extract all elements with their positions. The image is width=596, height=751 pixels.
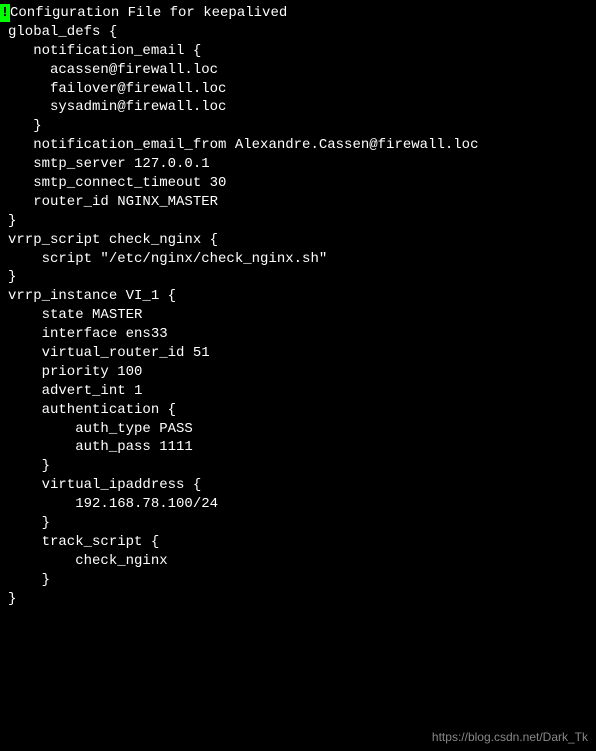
config-line: } xyxy=(0,514,596,533)
config-line: advert_int 1 xyxy=(0,382,596,401)
config-line: router_id NGINX_MASTER xyxy=(0,193,596,212)
config-first-line: ! Configuration File for keepalived xyxy=(0,4,596,23)
config-line: } xyxy=(0,571,596,590)
config-line: priority 100 xyxy=(0,363,596,382)
config-line: script "/etc/nginx/check_nginx.sh" xyxy=(0,250,596,269)
modified-marker-icon: ! xyxy=(0,4,10,22)
config-line: auth_type PASS xyxy=(0,420,596,439)
config-line: vrrp_script check_nginx { xyxy=(0,231,596,250)
config-line: } xyxy=(0,268,596,287)
config-line: notification_email { xyxy=(0,42,596,61)
config-line: interface ens33 xyxy=(0,325,596,344)
config-line: vrrp_instance VI_1 { xyxy=(0,287,596,306)
config-line: global_defs { xyxy=(0,23,596,42)
config-line: auth_pass 1111 xyxy=(0,438,596,457)
config-line: } xyxy=(0,212,596,231)
config-line: } xyxy=(0,457,596,476)
config-line: } xyxy=(0,590,596,609)
config-line: smtp_server 127.0.0.1 xyxy=(0,155,596,174)
config-line: track_script { xyxy=(0,533,596,552)
config-line: 192.168.78.100/24 xyxy=(0,495,596,514)
config-line: failover@firewall.loc xyxy=(0,80,596,99)
config-line: virtual_router_id 51 xyxy=(0,344,596,363)
config-line: authentication { xyxy=(0,401,596,420)
config-line: notification_email_from Alexandre.Cassen… xyxy=(0,136,596,155)
config-line: virtual_ipaddress { xyxy=(0,476,596,495)
config-comment: Configuration File for keepalived xyxy=(10,4,287,23)
config-line: state MASTER xyxy=(0,306,596,325)
config-line: check_nginx xyxy=(0,552,596,571)
config-line: sysadmin@firewall.loc xyxy=(0,98,596,117)
watermark-text: https://blog.csdn.net/Dark_Tk xyxy=(432,729,588,745)
config-line: acassen@firewall.loc xyxy=(0,61,596,80)
config-line: smtp_connect_timeout 30 xyxy=(0,174,596,193)
config-line: } xyxy=(0,117,596,136)
